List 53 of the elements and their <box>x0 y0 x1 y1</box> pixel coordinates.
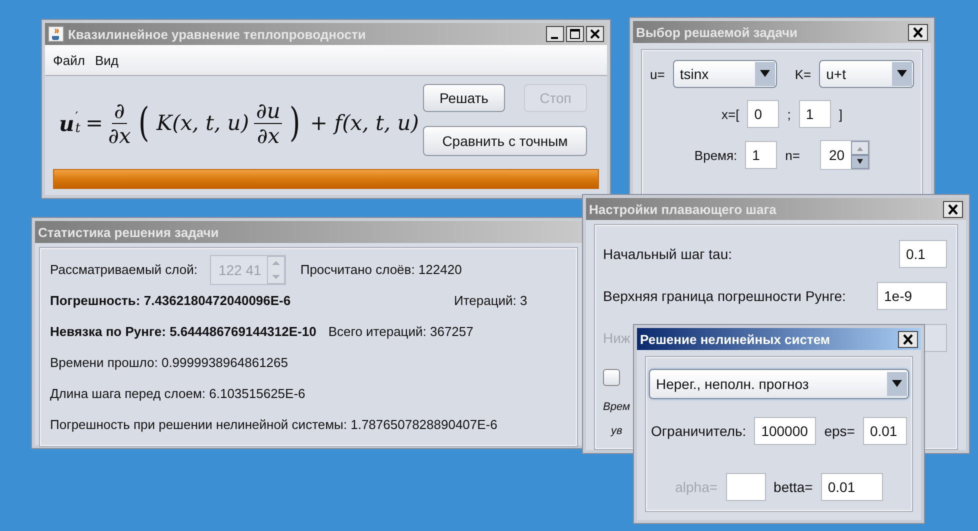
minimize-icon[interactable] <box>546 26 564 42</box>
input-field[interactable]: 1 <box>798 100 831 128</box>
input-field[interactable]: 0.1 <box>899 240 947 268</box>
maximize-icon[interactable] <box>566 26 584 42</box>
count-spinner[interactable]: 20 <box>820 140 870 170</box>
field-label: Рассматриваемый слой: <box>50 262 198 277</box>
status-text: Погрешность: 7.4362180472040096E-6 <box>50 293 292 308</box>
status-text: Итераций: 3 <box>454 293 528 308</box>
status-text: Просчитано слоёв: 122420 <box>300 262 462 277</box>
close-icon[interactable] <box>586 26 604 42</box>
input-field[interactable]: 0 <box>747 100 780 128</box>
input-field[interactable]: 0.01 <box>862 417 907 445</box>
status-text: Погрешность при решении нелинейной системы: 1.7876507828890407E-6 <box>50 417 498 432</box>
field-label: Верхняя граница погрешности Рунге: <box>603 288 846 304</box>
input-field[interactable]: 1e-9 <box>877 282 947 310</box>
status-text: Всего итераций: 367257 <box>328 324 474 339</box>
checkbox[interactable] <box>603 368 620 386</box>
close-icon[interactable] <box>943 200 963 218</box>
input-field[interactable]: 100000 <box>754 417 816 445</box>
input-field[interactable]: 0.01 <box>820 473 883 501</box>
status-text: Длина шага перед слоем: 6.103515625E-6 <box>50 386 306 401</box>
field-label: Начальный шаг tau: <box>603 246 732 262</box>
input-field[interactable] <box>726 473 766 501</box>
field-label: Время: <box>694 148 738 162</box>
input-field[interactable]: 1 <box>745 141 778 169</box>
field-label: u= <box>650 66 665 82</box>
window-title: Настройки плавающего шага <box>589 202 776 216</box>
field-label: Ограничитель: <box>651 423 746 439</box>
field-label: K= <box>794 66 812 82</box>
field-label: eps= <box>824 423 855 439</box>
field-label: x=[ <box>722 106 740 122</box>
window-title: Решение нелинейных систем <box>640 332 830 346</box>
window-title: Квазилинейное уравнение теплопроводности <box>68 26 366 42</box>
action-button[interactable]: Решать <box>423 84 505 112</box>
coefficient-dropdown[interactable]: u+t <box>819 60 914 88</box>
field-label: betta= <box>774 479 813 495</box>
close-icon[interactable] <box>908 24 928 40</box>
window-title: Статистика решения задачи <box>38 224 219 240</box>
field-label: ув <box>611 425 622 437</box>
bracket-text: ] <box>838 106 842 122</box>
menu-item[interactable]: Файл <box>53 52 85 68</box>
window-title: Выбор решаемой задачи <box>636 24 798 40</box>
field-label: Врем <box>603 401 630 413</box>
status-text: Невязка по Рунге: 5.644486769144312E-10 <box>50 324 316 339</box>
status-text: Времени прошло: 0.9999938964861265 <box>50 355 288 370</box>
coffee-cup-icon <box>48 26 64 42</box>
close-icon[interactable] <box>898 330 918 348</box>
function-dropdown[interactable]: tsinx <box>672 60 777 88</box>
field-label: n= <box>785 148 800 162</box>
action-button[interactable]: Сравнить с точным <box>423 126 587 156</box>
method-dropdown[interactable]: Нерег., неполн. прогноз <box>649 369 909 399</box>
menu-item[interactable]: Вид <box>94 52 118 68</box>
separator-text: ; <box>787 106 791 122</box>
